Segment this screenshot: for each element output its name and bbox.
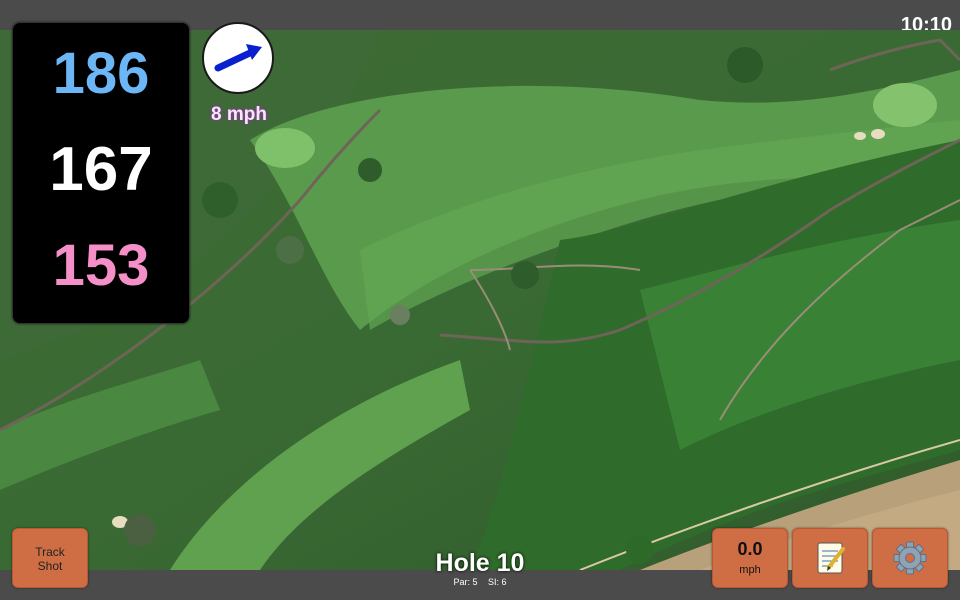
wind-speed-label: 8 mph: [211, 104, 267, 125]
track-shot-label-line1: Track: [35, 545, 65, 559]
hole-info: Par: 5 SI: 6: [380, 577, 580, 587]
wind-direction-compass: [202, 22, 274, 94]
track-shot-label-line2: Shot: [37, 559, 63, 573]
distance-panel: 186 167 153: [12, 22, 190, 324]
hole-stroke-index: SI: 6: [488, 577, 507, 587]
speed-unit: mph: [739, 564, 761, 576]
back-distance: 186: [52, 41, 150, 106]
gear-icon: [893, 541, 927, 575]
wind-direction-arrow-icon: [214, 44, 262, 72]
middle-distance: 167: [49, 135, 153, 204]
notepad-icon: [817, 542, 845, 574]
front-distance: 153: [52, 233, 150, 298]
hole-title: Hole 10: [435, 549, 525, 577]
settings-button[interactable]: [872, 528, 948, 588]
scorecard-notes-button[interactable]: [792, 528, 868, 588]
speed-value: 0.0: [737, 539, 763, 559]
speed-button[interactable]: 0.0 mph: [712, 528, 788, 588]
track-shot-button[interactable]: Track Shot: [12, 528, 88, 588]
hole-par: Par: 5: [453, 577, 478, 587]
